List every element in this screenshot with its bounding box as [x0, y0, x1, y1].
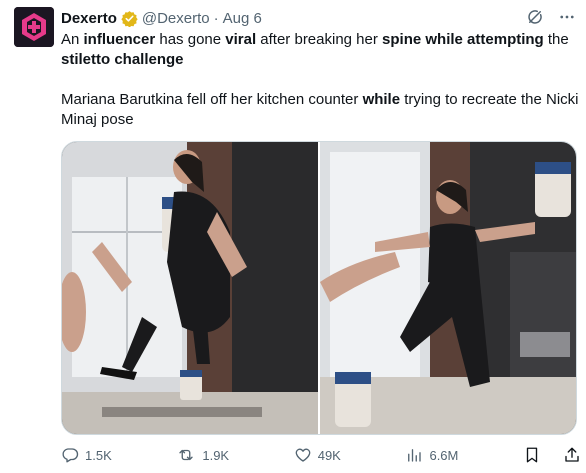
author-name[interactable]: Dexerto [61, 10, 117, 27]
verified-badge-icon [121, 10, 138, 27]
tweet-media [61, 141, 577, 435]
grok-icon[interactable] [526, 8, 544, 26]
more-icon[interactable] [558, 8, 576, 26]
tweet-line1-segment: spine while attempting [382, 31, 544, 48]
reply-count: 1.5K [85, 447, 112, 463]
author-handle[interactable]: @Dexerto [142, 10, 210, 27]
views-count: 6.6M [429, 447, 459, 463]
bookmark-icon[interactable] [523, 446, 541, 464]
header-separator: · [213, 9, 219, 27]
tweet-line2-segment: Mariana Barutkina fell off her kitchen c… [61, 91, 363, 108]
dexerto-logo-icon [14, 7, 54, 47]
tweet-line1-segment: has gone [155, 31, 226, 48]
like-button[interactable]: 49K [294, 446, 341, 464]
tweet-line1-segment: An [61, 31, 84, 48]
tweet-line1-segment: the [543, 31, 569, 48]
top-actions [526, 8, 576, 26]
repost-button[interactable]: 1.9K [176, 446, 229, 464]
views-icon [408, 449, 422, 462]
avatar[interactable] [14, 7, 54, 47]
like-count: 49K [317, 447, 341, 463]
reply-icon [62, 448, 79, 463]
tweet-paragraph-2: Mariana Barutkina fell off her kitchen c… [61, 90, 581, 130]
repost-count: 1.9K [202, 447, 230, 463]
tweet-date[interactable]: Aug 6 [223, 10, 262, 27]
tweet-line1-segment: stiletto challenge [61, 51, 184, 68]
tweet-header: Dexerto @Dexerto · Aug 6 [61, 8, 262, 28]
action-bar: 1.5K 1.9K 49K 6.6M [61, 444, 581, 466]
tweet-text: An influencer has gone viral after break… [61, 30, 581, 130]
tweet-paragraph-1: An influencer has gone viral after break… [61, 30, 581, 70]
repost-icon [179, 449, 194, 461]
share-icon[interactable] [563, 446, 581, 464]
tweet-line1-segment: influencer [83, 31, 156, 48]
like-icon [295, 448, 311, 462]
photo-left[interactable] [62, 142, 318, 434]
views-button[interactable]: 6.6M [405, 446, 458, 464]
tweet-line1-segment: after breaking her [256, 31, 383, 48]
tweet-line1-segment: viral [225, 31, 257, 48]
reply-button[interactable]: 1.5K [61, 446, 112, 464]
photo-right[interactable] [320, 142, 576, 434]
tweet-line2-segment: while [362, 91, 401, 108]
action-bar-right [523, 446, 581, 464]
